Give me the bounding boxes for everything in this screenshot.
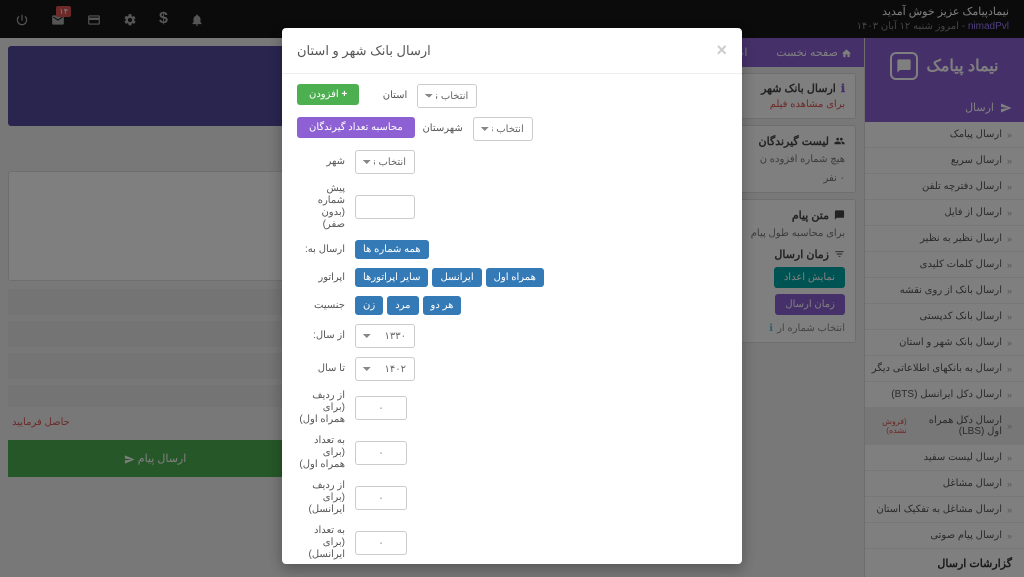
select-from-year[interactable]: ۱۳۳۰ (355, 324, 415, 348)
pill-operator-2[interactable]: سایر اپراتورها (355, 268, 428, 287)
pill-all-numbers[interactable]: همه شماره ها (355, 240, 429, 259)
input-from-row-h1[interactable] (355, 396, 407, 420)
modal: × ارسال بانک شهر و استان + افزودن محاسبه… (282, 28, 742, 564)
input-to-count-ir[interactable] (355, 531, 407, 555)
close-icon[interactable]: × (716, 40, 727, 61)
select-province[interactable]: انتخاب نما (417, 84, 477, 108)
pill-operator-0[interactable]: همراه اول (486, 268, 544, 287)
select-city[interactable]: انتخاب نما (355, 150, 415, 174)
select-county[interactable]: انتخاب نما (473, 117, 533, 141)
pill-gender-0[interactable]: هر دو (423, 296, 462, 315)
select-to-year[interactable]: ۱۴۰۲ (355, 357, 415, 381)
btn-modal-add[interactable]: + افزودن (297, 84, 359, 105)
input-to-count-h1[interactable] (355, 441, 407, 465)
modal-title: ارسال بانک شهر و استان (297, 43, 431, 59)
btn-modal-calc[interactable]: محاسبه تعداد گیرندگان (297, 117, 415, 138)
pill-gender-2[interactable]: زن (355, 296, 383, 315)
pill-operator-1[interactable]: ایرانسل (432, 268, 481, 287)
input-from-row-ir[interactable] (355, 486, 407, 510)
input-prefix[interactable] (355, 195, 415, 219)
pill-gender-1[interactable]: مرد (387, 296, 418, 315)
